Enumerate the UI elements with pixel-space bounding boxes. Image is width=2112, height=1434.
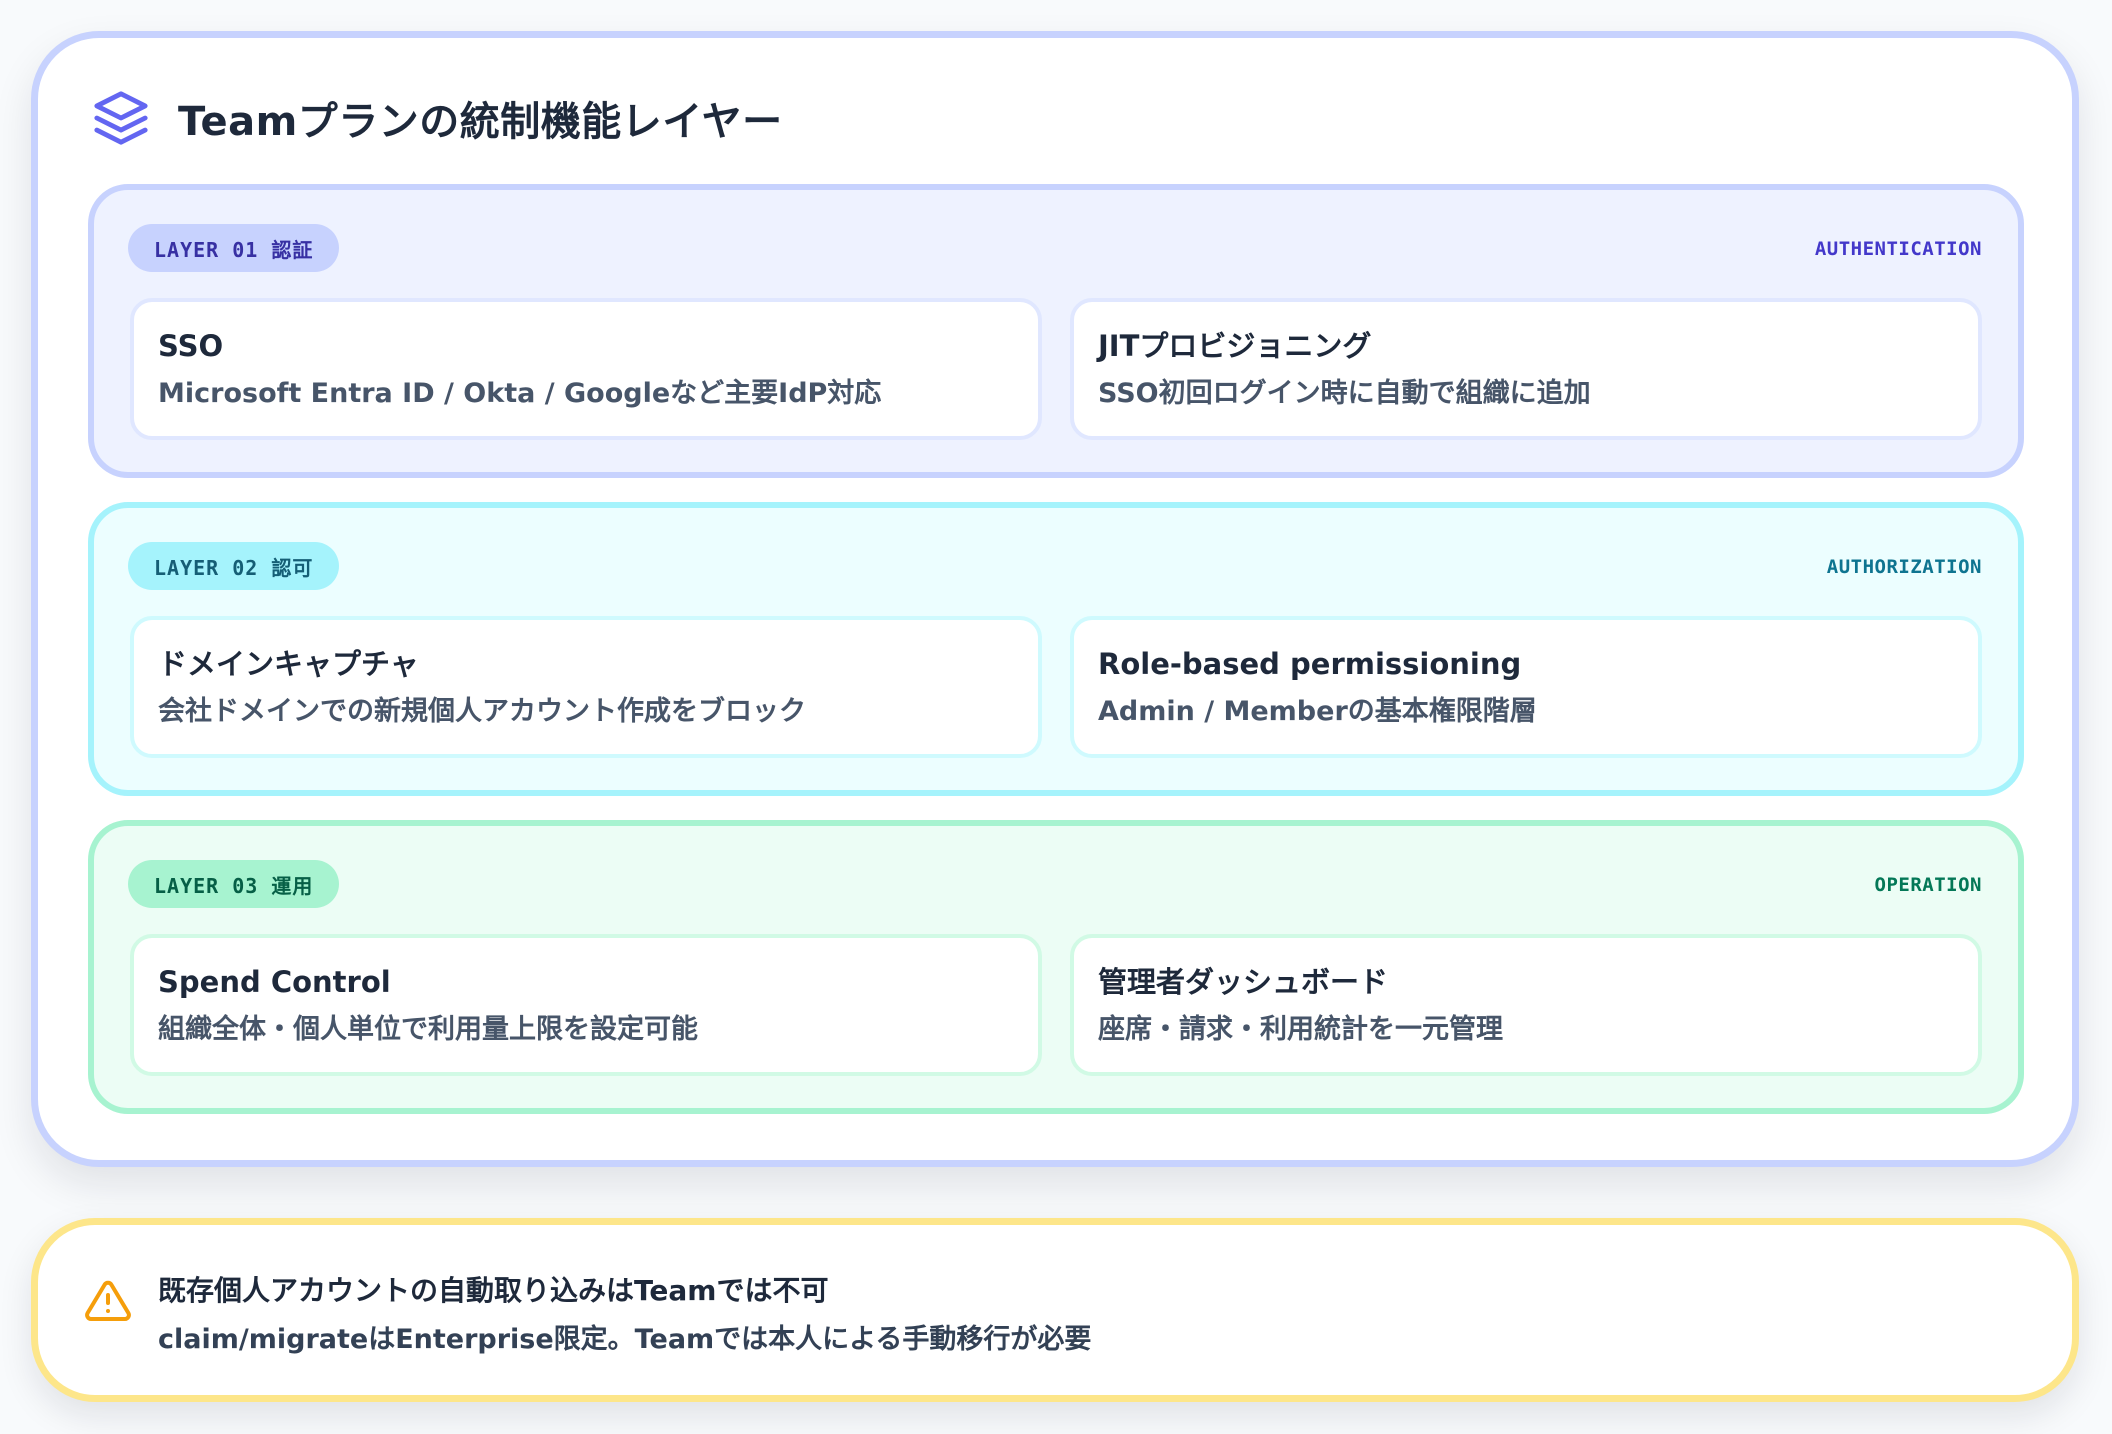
governance-layers-card: Teamプランの統制機能レイヤー LAYER 01 認証 AUTHENTICAT… <box>31 31 2079 1167</box>
feature-card-jit-provisioning: JITプロビジョニング SSO初回ログイン時に自動で組織に追加 <box>1070 298 1982 440</box>
layer-authorization: LAYER 02 認可 AUTHORIZATION ドメインキャプチャ 会社ドメ… <box>88 502 2024 796</box>
feature-title: SSO <box>158 329 224 363</box>
feature-description: 組織全体・個人単位で利用量上限を設定可能 <box>158 1014 698 1045</box>
layer-badge: LAYER 03 運用 <box>128 860 340 908</box>
feature-title: Spend Control <box>158 965 391 999</box>
feature-description: Microsoft Entra ID / Okta / Googleなど主要Id… <box>158 378 882 409</box>
feature-title: Role-based permissioning <box>1098 647 1522 681</box>
page-title: Teamプランの統制機能レイヤー <box>178 99 783 145</box>
layer-tag: AUTHENTICATION <box>1814 238 1982 260</box>
feature-card-spend-control: Spend Control 組織全体・個人単位で利用量上限を設定可能 <box>130 934 1042 1076</box>
feature-title: ドメインキャプチャ <box>158 647 419 681</box>
layer-tag: AUTHORIZATION <box>1826 556 1982 578</box>
warning-callout: 既存個人アカウントの自動取り込みはTeamでは不可 claim/migrateは… <box>31 1218 2079 1402</box>
layer-badge: LAYER 01 認証 <box>128 224 340 272</box>
feature-description: 座席・請求・利用統計を一元管理 <box>1098 1014 1503 1045</box>
warning-description: claim/migrateはEnterprise限定。Teamでは本人による手動… <box>158 1324 1092 1355</box>
layer-tag: OPERATION <box>1874 874 1982 896</box>
feature-card-role-based-permissioning: Role-based permissioning Admin / Memberの… <box>1070 616 1982 758</box>
feature-description: SSO初回ログイン時に自動で組織に追加 <box>1098 378 1591 409</box>
warning-triangle-icon <box>84 1277 132 1325</box>
feature-card-sso: SSO Microsoft Entra ID / Okta / Googleなど… <box>130 298 1042 440</box>
feature-card-domain-capture: ドメインキャプチャ 会社ドメインでの新規個人アカウント作成をブロック <box>130 616 1042 758</box>
feature-title: 管理者ダッシュボード <box>1098 965 1389 999</box>
feature-card-admin-dashboard: 管理者ダッシュボード 座席・請求・利用統計を一元管理 <box>1070 934 1982 1076</box>
layer-operation: LAYER 03 運用 OPERATION Spend Control 組織全体… <box>88 820 2024 1114</box>
feature-title: JITプロビジョニング <box>1098 329 1372 363</box>
layer-authentication: LAYER 01 認証 AUTHENTICATION SSO Microsoft… <box>88 184 2024 478</box>
layers-icon <box>92 89 150 147</box>
feature-description: Admin / Memberの基本権限階層 <box>1098 696 1537 727</box>
layer-badge: LAYER 02 認可 <box>128 542 340 590</box>
warning-title: 既存個人アカウントの自動取り込みはTeamでは不可 <box>158 1274 829 1307</box>
title-row: Teamプランの統制機能レイヤー <box>92 86 783 150</box>
feature-description: 会社ドメインでの新規個人アカウント作成をブロック <box>158 696 806 727</box>
